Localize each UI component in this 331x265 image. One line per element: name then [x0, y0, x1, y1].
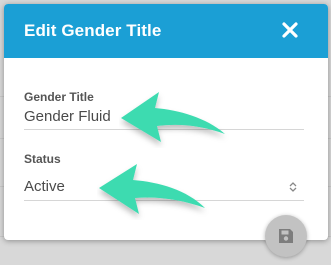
gender-title-label: Gender Title	[24, 90, 94, 104]
status-label: Status	[24, 152, 61, 166]
close-icon	[282, 22, 298, 38]
modal-header: Edit Gender Title	[4, 4, 328, 58]
close-button[interactable]	[280, 20, 300, 40]
save-button[interactable]	[265, 215, 307, 257]
sort-caret-icon[interactable]	[288, 181, 298, 193]
curved-arrow-icon	[99, 164, 205, 214]
modal-title: Edit Gender Title	[24, 21, 162, 40]
edit-gender-title-modal: Edit Gender Title Gender Title Gender Fl…	[4, 4, 328, 240]
floppy-disk-icon	[279, 229, 293, 243]
status-select[interactable]: Active	[24, 178, 65, 195]
gender-title-input[interactable]: Gender Fluid	[24, 108, 111, 125]
curved-arrow-icon	[121, 92, 225, 142]
